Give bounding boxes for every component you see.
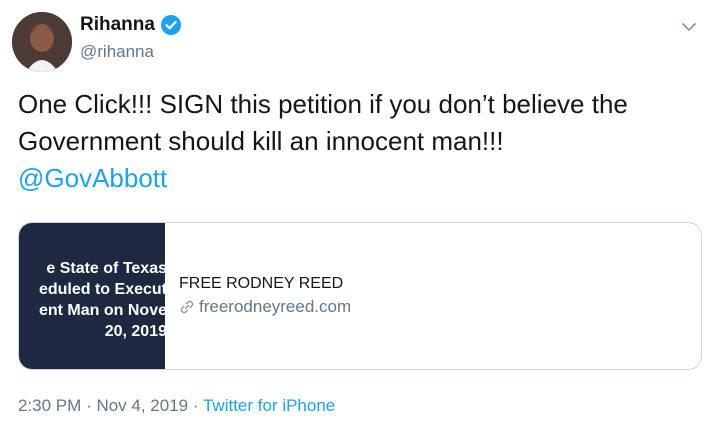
verified-badge-icon (160, 15, 181, 35)
tweet-meta: 2:30 PM · Nov 4, 2019 · Twitter for iPho… (18, 396, 335, 416)
tweet-text: One Click!!! SIGN this petition if you d… (18, 86, 708, 197)
tweet-date[interactable]: Nov 4, 2019 (96, 396, 188, 415)
link-icon (179, 299, 195, 315)
tweet-time[interactable]: 2:30 PM (18, 396, 81, 415)
card-image-text: e State of Texas eduled to Execut ent Ma… (38, 260, 165, 340)
user-handle[interactable]: @rihanna (80, 42, 154, 62)
display-name[interactable]: Rihanna (80, 14, 155, 36)
name-row: Rihanna (80, 14, 181, 36)
meta-separator: · (192, 396, 199, 415)
card-domain: freerodneyreed.com (179, 297, 351, 317)
card-image: e State of Texas eduled to Execut ent Ma… (19, 223, 165, 369)
card-body: FREE RODNEY REED freerodneyreed.com (165, 223, 351, 369)
tweet: Rihanna @rihanna One Click!!! SIGN this … (0, 0, 720, 435)
mention-link[interactable]: @GovAbbott (18, 160, 708, 197)
tweet-source-link[interactable]: Twitter for iPhone (203, 396, 335, 415)
tweet-text-line-1: One Click!!! SIGN this petition if you d… (18, 89, 628, 119)
avatar[interactable] (12, 12, 72, 72)
link-card[interactable]: e State of Texas eduled to Execut ent Ma… (18, 222, 702, 370)
card-title: FREE RODNEY REED (179, 275, 344, 292)
card-domain-text: freerodneyreed.com (199, 297, 352, 316)
tweet-text-line-2: Government should kill an innocent man!!… (18, 126, 504, 156)
chevron-down-icon[interactable] (680, 18, 698, 36)
meta-separator: · (86, 396, 92, 415)
